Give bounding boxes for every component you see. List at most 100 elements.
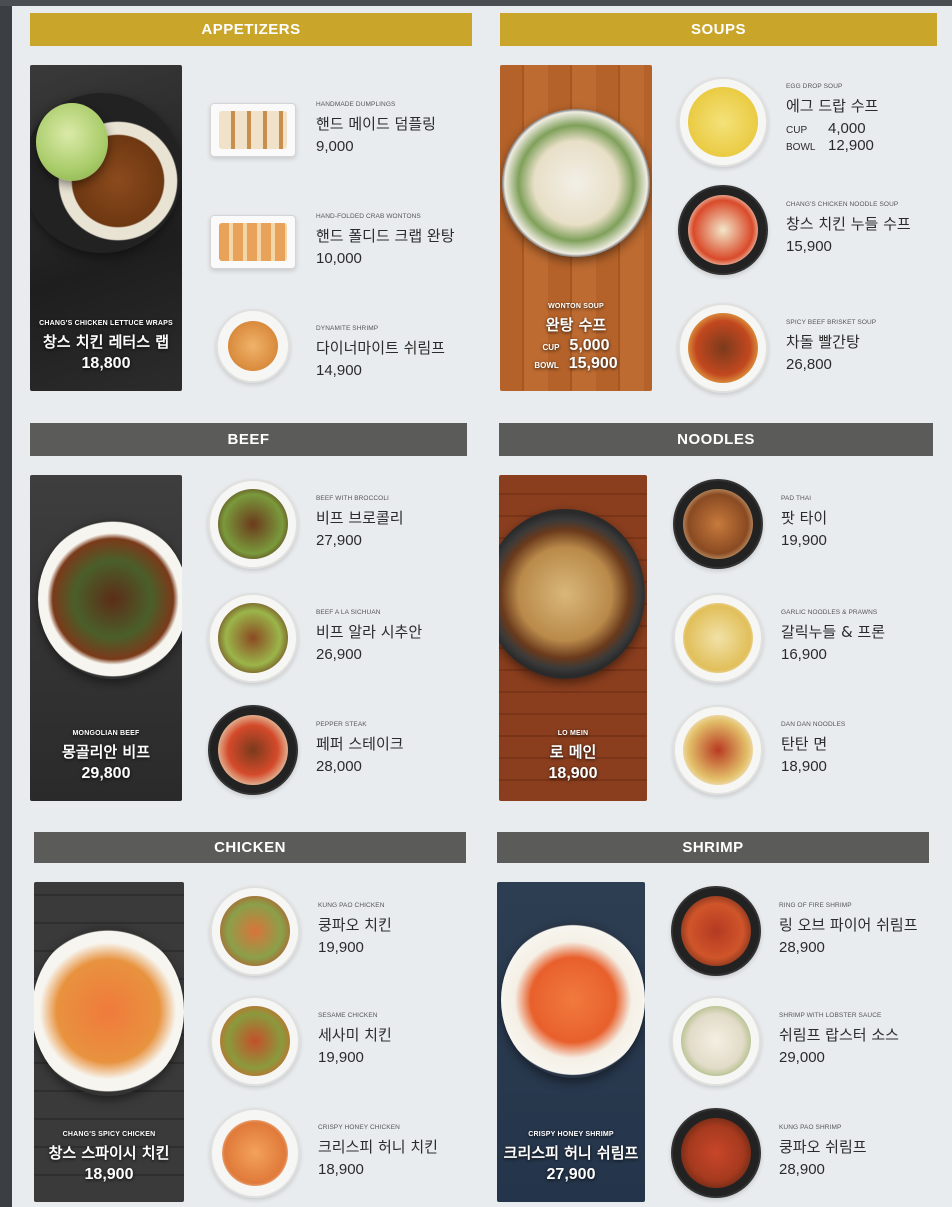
cup-price: 4,000 bbox=[828, 120, 866, 137]
feature-caption: CRISPY HONEY SHRIMP 크리스피 허니 쉬림프 27,900 bbox=[497, 1131, 645, 1184]
dish-thumbnail bbox=[671, 1108, 761, 1198]
menu-item[interactable]: PAD THAI 팟 타이 19,900 bbox=[673, 479, 937, 575]
menu-item[interactable]: CHANG'S CHICKEN NOODLE SOUP 창스 치킨 누들 수프 … bbox=[678, 185, 942, 281]
menu-item[interactable]: RING OF FIRE SHRIMP 링 오브 파이어 쉬림프 28,900 bbox=[671, 886, 935, 982]
item-price: 28,900 bbox=[779, 939, 825, 956]
item-name-en: BEEF WITH BROCCOLI bbox=[316, 495, 389, 502]
dish-thumbnail bbox=[210, 103, 296, 157]
item-name-en: KUNG PAO CHICKEN bbox=[318, 902, 385, 909]
screen-bezel-top bbox=[0, 0, 952, 6]
dish-thumbnail bbox=[208, 479, 298, 569]
section-title: CHICKEN bbox=[34, 832, 466, 863]
bowl-price: 12,900 bbox=[828, 137, 874, 154]
feature-card[interactable]: CHANG'S CHICKEN LETTUCE WRAPS 창스 치킨 레터스 … bbox=[30, 65, 182, 391]
item-name-ko: 비프 알라 시추안 bbox=[316, 623, 423, 641]
feature-name-en: CHANG'S CHICKEN LETTUCE WRAPS bbox=[39, 320, 173, 327]
menu-item[interactable]: CRISPY HONEY CHICKEN 크리스피 허니 치킨 18,900 bbox=[210, 1108, 474, 1204]
item-name-ko: 탄탄 면 bbox=[781, 735, 828, 753]
feature-card[interactable]: MONGOLIAN BEEF 몽골리안 비프 29,800 bbox=[30, 475, 182, 801]
menu-item[interactable]: SPICY BEEF BRISKET SOUP 차돌 빨간탕 26,800 bbox=[678, 303, 942, 399]
menu-item[interactable]: BEEF WITH BROCCOLI 비프 브로콜리 27,900 bbox=[208, 479, 472, 575]
bowl-label: BOWL bbox=[534, 361, 559, 370]
menu-item[interactable]: KUNG PAO SHRIMP 쿵파오 쉬림프 28,900 bbox=[671, 1108, 935, 1204]
item-name-ko: 다이너마이트 쉬림프 bbox=[316, 339, 445, 357]
item-name-en: BEEF A LA SICHUAN bbox=[316, 609, 381, 616]
section-title: APPETIZERS bbox=[30, 13, 472, 46]
feature-card[interactable]: CHANG'S SPICY CHICKEN 창스 스파이시 치킨 18,900 bbox=[34, 882, 184, 1202]
menu-item[interactable]: SHRIMP WITH LOBSTER SAUCE 쉬림프 랍스터 소스 29,… bbox=[671, 996, 935, 1092]
feature-card[interactable]: WONTON SOUP 완탕 수프 CUP 5,000 BOWL 15,900 bbox=[500, 65, 652, 391]
item-name-en: HAND-FOLDED CRAB WONTONS bbox=[316, 213, 421, 220]
dish-thumbnail bbox=[678, 77, 768, 167]
feature-caption: LO MEIN 로 메인 18,900 bbox=[499, 730, 647, 783]
section-title: BEEF bbox=[30, 423, 467, 456]
item-name-ko: 팟 타이 bbox=[781, 509, 828, 527]
feature-name-en: LO MEIN bbox=[557, 730, 589, 737]
feature-price: 18,900 bbox=[84, 1166, 134, 1183]
screen-bezel-left bbox=[0, 0, 12, 1207]
feature-name-ko: 몽골리안 비프 bbox=[61, 743, 151, 761]
section-shrimp: SHRIMP CRISPY HONEY SHRIMP 크리스피 허니 쉬림프 2… bbox=[497, 832, 929, 1207]
dish-thumbnail bbox=[678, 185, 768, 275]
feature-caption: MONGOLIAN BEEF 몽골리안 비프 29,800 bbox=[30, 730, 182, 783]
feature-price: 27,900 bbox=[546, 1166, 596, 1183]
feature-name-en: CHANG'S SPICY CHICKEN bbox=[62, 1131, 156, 1138]
dish-image bbox=[38, 519, 182, 679]
item-price: 19,900 bbox=[781, 532, 827, 549]
dish-thumbnail bbox=[673, 479, 763, 569]
item-name-ko: 비프 브로콜리 bbox=[316, 509, 404, 527]
menu-item[interactable]: PEPPER STEAK 페퍼 스테이크 28,000 bbox=[208, 705, 472, 801]
menu-item[interactable]: SESAME CHICKEN 세사미 치킨 19,900 bbox=[210, 996, 474, 1092]
item-price: 19,900 bbox=[318, 1049, 364, 1066]
menu-item[interactable]: BEEF A LA SICHUAN 비프 알라 시추안 26,900 bbox=[208, 593, 472, 689]
item-price: 14,900 bbox=[316, 362, 362, 379]
menu-item[interactable]: HANDMADE DUMPLINGS 핸드 메이드 덤플링 9,000 bbox=[208, 85, 472, 181]
item-name-en: KUNG PAO SHRIMP bbox=[779, 1124, 842, 1131]
dish-thumbnail bbox=[210, 1108, 300, 1198]
feature-cup-price: CUP 5,000 bbox=[500, 337, 652, 355]
item-name-ko: 쿵파오 치킨 bbox=[318, 916, 392, 934]
dish-thumbnail bbox=[210, 215, 296, 269]
item-name-en: PEPPER STEAK bbox=[316, 721, 367, 728]
menu-item[interactable]: GARLIC NOODLES & PRAWNS 갈릭누들 & 프론 16,900 bbox=[673, 593, 937, 689]
feature-name-en: WONTON SOUP bbox=[548, 303, 604, 310]
section-beef: BEEF MONGOLIAN BEEF 몽골리안 비프 29,800 BEEF … bbox=[30, 423, 467, 813]
dish-thumbnail bbox=[678, 303, 768, 393]
section-title: NOODLES bbox=[499, 423, 933, 456]
menu-item[interactable]: HAND-FOLDED CRAB WONTONS 핸드 폴디드 크랩 완탕 10… bbox=[208, 197, 472, 293]
item-price: 18,900 bbox=[318, 1161, 364, 1178]
dish-thumbnail bbox=[208, 593, 298, 683]
menu-item[interactable]: DAN DAN NOODLES 탄탄 면 18,900 bbox=[673, 705, 937, 801]
item-name-ko: 쿵파오 쉬림프 bbox=[779, 1138, 867, 1156]
feature-name-ko: 크리스피 허니 쉬림프 bbox=[503, 1144, 639, 1162]
section-title: SOUPS bbox=[500, 13, 937, 46]
menu-item[interactable]: KUNG PAO CHICKEN 쿵파오 치킨 19,900 bbox=[210, 886, 474, 982]
feature-price: 18,800 bbox=[81, 355, 131, 372]
section-soups: SOUPS WONTON SOUP 완탕 수프 CUP 5,000 BOWL 1… bbox=[500, 13, 937, 403]
item-name-ko: 페퍼 스테이크 bbox=[316, 735, 404, 753]
dish-image bbox=[502, 109, 650, 257]
item-name-ko: 쉬림프 랍스터 소스 bbox=[779, 1026, 899, 1044]
feature-card[interactable]: CRISPY HONEY SHRIMP 크리스피 허니 쉬림프 27,900 bbox=[497, 882, 645, 1202]
feature-name-ko: 창스 치킨 레터스 랩 bbox=[42, 333, 170, 351]
item-name-en: PAD THAI bbox=[781, 495, 812, 502]
item-name-en: SPICY BEEF BRISKET SOUP bbox=[786, 319, 877, 326]
item-name-en: GARLIC NOODLES & PRAWNS bbox=[781, 609, 878, 616]
menu-item[interactable]: DYNAMITE SHRIMP 다이너마이트 쉬림프 14,900 bbox=[208, 309, 472, 405]
feature-name-en: CRISPY HONEY SHRIMP bbox=[528, 1131, 614, 1138]
item-price: 27,900 bbox=[316, 532, 362, 549]
dish-thumbnail bbox=[210, 996, 300, 1086]
item-price: 26,800 bbox=[786, 356, 832, 373]
dish-thumbnail bbox=[208, 705, 298, 795]
menu-item[interactable]: EGG DROP SOUP 에그 드랍 수프 CUP 4,000 BOWL 12,9… bbox=[678, 77, 942, 173]
bowl-label: BOWL bbox=[786, 142, 816, 153]
feature-caption: CHANG'S CHICKEN LETTUCE WRAPS 창스 치킨 레터스 … bbox=[30, 320, 182, 373]
cup-label: CUP bbox=[786, 125, 808, 136]
item-name-ko: 차돌 빨간탕 bbox=[786, 333, 860, 351]
dish-image bbox=[501, 922, 645, 1078]
feature-card[interactable]: LO MEIN 로 메인 18,900 bbox=[499, 475, 647, 801]
item-price: 15,900 bbox=[786, 238, 832, 255]
cup-price: 5,000 bbox=[569, 337, 610, 354]
item-name-en: SESAME CHICKEN bbox=[318, 1012, 378, 1019]
item-name-ko: 핸드 폴디드 크랩 완탕 bbox=[316, 227, 455, 245]
